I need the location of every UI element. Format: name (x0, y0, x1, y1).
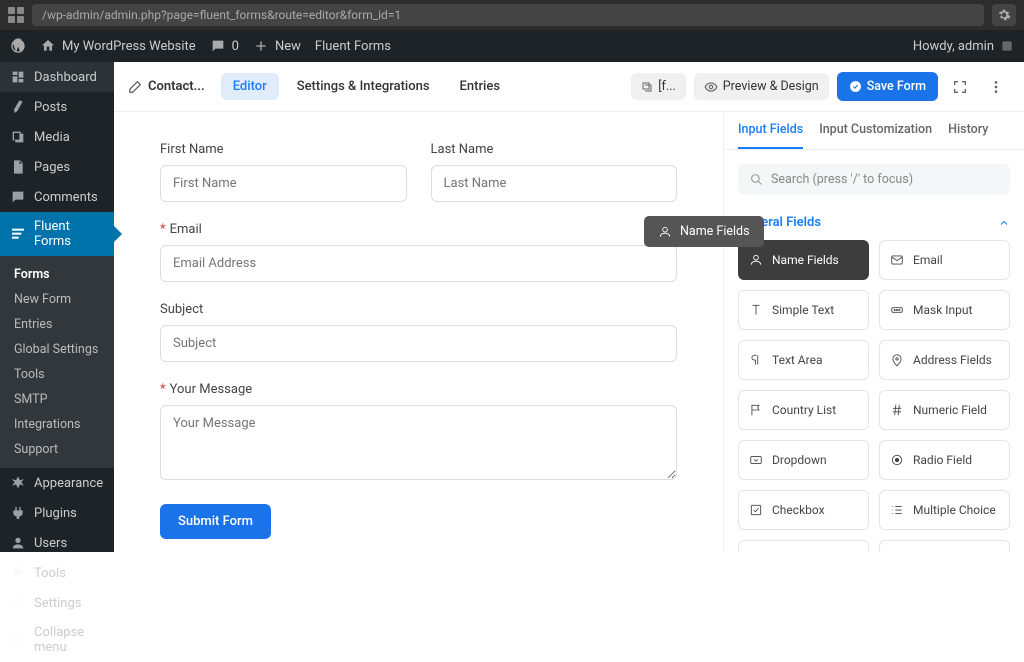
panel-tab-history[interactable]: History (948, 122, 988, 149)
mail-icon (890, 253, 904, 267)
search-input[interactable]: Search (press '/' to focus) (738, 164, 1010, 195)
sidebar-sub-new-form[interactable]: New Form (0, 287, 114, 312)
sidebar-item-dashboard[interactable]: Dashboard (0, 62, 114, 92)
message-input[interactable] (160, 405, 677, 480)
first-name-input[interactable] (160, 165, 407, 202)
howdy-link[interactable]: Howdy, admin (913, 39, 1014, 54)
new-label: New (275, 39, 301, 54)
subject-input[interactable] (160, 325, 677, 362)
sidebar-item-appearance[interactable]: Appearance (0, 468, 114, 498)
field-dropdown[interactable]: Dropdown (738, 440, 869, 480)
site-name: My WordPress Website (62, 39, 196, 54)
tab-editor[interactable]: Editor (221, 73, 279, 100)
field-address[interactable]: Address Fields (879, 340, 1010, 380)
browser-apps-icon[interactable] (8, 7, 24, 23)
submit-button[interactable]: Submit Form (160, 504, 271, 539)
mask-icon (890, 303, 904, 317)
check-icon (749, 503, 763, 517)
sidebar-item-posts[interactable]: Posts (0, 92, 114, 122)
sidebar-item-tools[interactable]: Tools (0, 558, 114, 588)
fluent-forms-link[interactable]: Fluent Forms (315, 39, 391, 54)
field-multiple-choice[interactable]: Multiple Choice (879, 490, 1010, 530)
user-icon (658, 225, 672, 239)
field-time-date[interactable]: Time & Date (879, 540, 1010, 552)
sidebar-item-media[interactable]: Media (0, 122, 114, 152)
preview-button[interactable]: Preview & Design (694, 73, 829, 100)
shortcode-button[interactable]: [f... (631, 73, 686, 100)
last-name-input[interactable] (431, 165, 678, 202)
paragraph-icon (749, 353, 763, 367)
hash-icon (890, 403, 904, 417)
sidebar-item-settings[interactable]: Settings (0, 588, 114, 618)
field-website-url[interactable]: Website URL (738, 540, 869, 552)
sidebar-sub-smtp[interactable]: SMTP (0, 387, 114, 412)
site-link[interactable]: My WordPress Website (40, 38, 196, 54)
sidebar-item-plugins[interactable]: Plugins (0, 498, 114, 528)
sidebar-item-pages[interactable]: Pages (0, 152, 114, 182)
search-icon (750, 173, 763, 186)
sidebar-sub-support[interactable]: Support (0, 437, 114, 462)
browser-bar: /wp-admin/admin.php?page=fluent_forms&ro… (0, 0, 1024, 30)
subject-label: Subject (160, 302, 677, 317)
form-canvas[interactable]: First Name Last Name *Email Subject (114, 112, 724, 552)
wp-admin-toolbar: My WordPress Website 0 New Fluent Forms … (0, 30, 1024, 62)
sidebar-item-comments[interactable]: Comments (0, 182, 114, 212)
more-icon[interactable] (982, 73, 1010, 101)
sidebar-item-fluent-forms[interactable]: Fluent Forms (0, 212, 114, 256)
flag-icon (749, 403, 763, 417)
sidebar-sub-forms[interactable]: Forms (0, 262, 114, 287)
field-email[interactable]: Email (879, 240, 1010, 280)
sidebar-item-collapse[interactable]: Collapse menu (0, 618, 114, 662)
first-name-label: First Name (160, 142, 407, 157)
sidebar-sub-entries[interactable]: Entries (0, 312, 114, 337)
tab-entries[interactable]: Entries (448, 73, 512, 100)
field-text-area[interactable]: Text Area (738, 340, 869, 380)
fullscreen-icon[interactable] (946, 73, 974, 101)
comments-link[interactable]: 0 (210, 38, 239, 54)
chevron-up-icon (998, 217, 1010, 229)
email-label: *Email (160, 222, 677, 237)
general-fields-header[interactable]: General Fields (738, 209, 1010, 240)
radio-icon (890, 453, 904, 467)
dropdown-icon (749, 453, 763, 467)
pin-icon (890, 353, 904, 367)
field-radio[interactable]: Radio Field (879, 440, 1010, 480)
url-bar[interactable]: /wp-admin/admin.php?page=fluent_forms&ro… (32, 4, 984, 26)
save-button[interactable]: Save Form (837, 72, 938, 101)
sidebar-sub-tools[interactable]: Tools (0, 362, 114, 387)
field-simple-text[interactable]: Simple Text (738, 290, 869, 330)
comments-count: 0 (232, 39, 239, 54)
wp-logo-icon[interactable] (10, 38, 26, 54)
field-tooltip: Name Fields (644, 216, 764, 247)
field-checkbox[interactable]: Checkbox (738, 490, 869, 530)
panel-tab-customization[interactable]: Input Customization (819, 122, 932, 149)
form-name[interactable]: Contact... (128, 79, 205, 94)
sidebar-sub-global-settings[interactable]: Global Settings (0, 337, 114, 362)
text-icon (749, 303, 763, 317)
last-name-label: Last Name (431, 142, 678, 157)
field-numeric[interactable]: Numeric Field (879, 390, 1010, 430)
sidebar-item-users[interactable]: Users (0, 528, 114, 558)
wp-sidebar: Dashboard Posts Media Pages Comments Flu… (0, 62, 114, 552)
field-grid: Name Fields Email Simple Text Mask Input… (738, 240, 1010, 552)
message-label: *Your Message (160, 382, 677, 397)
user-icon (749, 253, 763, 267)
sidebar-submenu: Forms New Form Entries Global Settings T… (0, 256, 114, 468)
sidebar-sub-integrations[interactable]: Integrations (0, 412, 114, 437)
new-link[interactable]: New (253, 38, 301, 54)
content-area: Contact... Editor Settings & Integration… (114, 62, 1024, 552)
sidebar-active-arrow-icon (114, 226, 122, 242)
panel-tab-input-fields[interactable]: Input Fields (738, 122, 803, 149)
editor-tabs: Editor Settings & Integrations Entries (221, 73, 512, 100)
tab-settings[interactable]: Settings & Integrations (285, 73, 442, 100)
field-mask-input[interactable]: Mask Input (879, 290, 1010, 330)
list-icon (890, 503, 904, 517)
email-input[interactable] (160, 245, 677, 282)
field-country[interactable]: Country List (738, 390, 869, 430)
fields-panel: Input Fields Input Customization History… (724, 112, 1024, 552)
browser-settings-icon[interactable] (992, 4, 1016, 26)
editor-topbar: Contact... Editor Settings & Integration… (114, 62, 1024, 112)
